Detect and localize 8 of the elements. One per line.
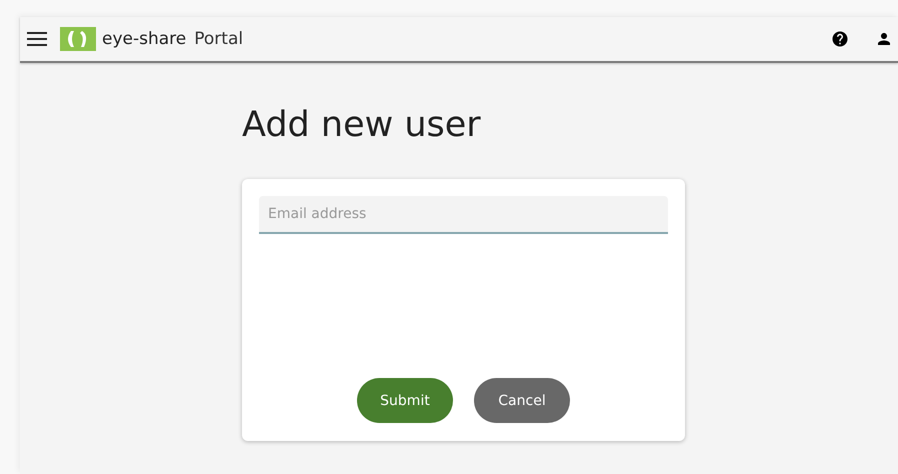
help-icon[interactable] <box>830 29 850 49</box>
product-name: Portal <box>194 29 244 49</box>
cancel-button[interactable]: Cancel <box>474 378 570 423</box>
brand-name: eye-share <box>102 29 186 49</box>
email-field[interactable]: Email address <box>259 196 668 234</box>
page-title: Add new user <box>242 104 482 147</box>
logo-icon <box>60 27 96 51</box>
submit-button[interactable]: Submit <box>357 378 453 423</box>
